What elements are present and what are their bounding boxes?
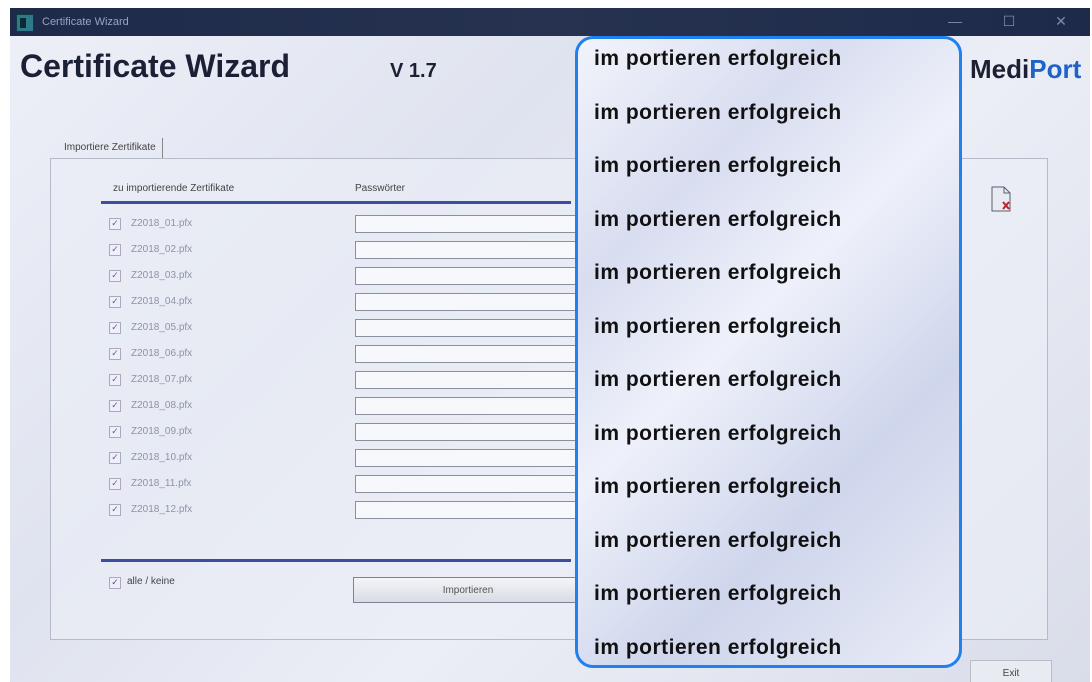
minimize-button[interactable]: — [940, 13, 970, 29]
certificate-checkbox[interactable]: ✓ [109, 296, 121, 308]
password-field[interactable] [355, 423, 595, 441]
certificate-row: ✓ Z2018_06.pfx [109, 345, 595, 365]
popup-message: im portieren erfolgreich [594, 314, 842, 338]
password-field[interactable] [355, 293, 595, 311]
certificate-checkbox[interactable]: ✓ [109, 478, 121, 490]
popup-message: im portieren erfolgreich [594, 582, 842, 605]
title-bar[interactable]: Certificate Wizard — ☐ ✕ [10, 8, 1090, 36]
exit-button[interactable]: Exit [970, 660, 1052, 682]
password-field[interactable] [355, 345, 595, 363]
certificate-filename: Z2018_11.pfx [131, 478, 192, 489]
certificate-filename: Z2018_05.pfx [131, 322, 193, 333]
certificate-row: ✓ Z2018_04.pfx [109, 293, 595, 313]
certificate-row: ✓ Z2018_10.pfx [109, 449, 595, 469]
success-popup: im portieren erfolgreich im portieren erf… [575, 36, 962, 668]
popup-message: im portieren erfolgreich [594, 100, 842, 124]
tab-import-certificates[interactable]: Importiere Zertifikate [58, 138, 163, 158]
certificate-filename: Z2018_06.pfx [131, 348, 193, 359]
certificate-filename: Z2018_02.pfx [131, 244, 193, 255]
import-button[interactable]: Importieren [353, 577, 583, 603]
password-field[interactable] [355, 397, 595, 415]
certificate-row: ✓ Z2018_11.pfx [109, 475, 595, 495]
certificate-row: ✓ Z2018_08.pfx [109, 397, 595, 417]
brand-logo-part2: Port [1029, 54, 1082, 84]
popup-message: im portieren erfolgreich [594, 47, 842, 70]
certificate-row: ✓ Z2018_03.pfx [109, 267, 595, 287]
close-button[interactable]: ✕ [1046, 13, 1076, 30]
certificate-filename: Z2018_04.pfx [131, 296, 193, 307]
select-all-checkbox[interactable]: ✓ [109, 577, 121, 589]
certificate-row: ✓ Z2018_12.pfx [109, 501, 595, 521]
maximize-button[interactable]: ☐ [994, 13, 1024, 30]
popup-message: im portieren erfolgreich [594, 261, 842, 284]
certificate-checkbox[interactable]: ✓ [109, 426, 121, 438]
document-delete-icon[interactable] [990, 186, 1012, 212]
column-header-passwords: Passwörter [355, 183, 406, 194]
password-field[interactable] [355, 319, 595, 337]
password-field[interactable] [355, 371, 595, 389]
password-field[interactable] [355, 475, 595, 493]
popup-message: im portieren erfolgreich [594, 475, 842, 498]
brand-logo: MediPort [970, 54, 1081, 85]
popup-message: im portieren erfolgreich [594, 207, 842, 231]
app-title: Certificate Wizard [20, 48, 290, 84]
certificate-row: ✓ Z2018_05.pfx [109, 319, 595, 339]
certificate-checkbox[interactable]: ✓ [109, 270, 121, 282]
password-field[interactable] [355, 501, 595, 519]
certificate-filename: Z2018_12.pfx [131, 504, 193, 515]
brand-logo-part1: Medi [970, 54, 1030, 84]
certificate-checkbox[interactable]: ✓ [109, 218, 121, 230]
certificate-row: ✓ Z2018_01.pfx [109, 215, 595, 235]
popup-message: im portieren erfolgreich [594, 154, 842, 177]
header-divider [101, 201, 571, 204]
popup-message: im portieren erfolgreich [594, 528, 842, 552]
certificate-filename: Z2018_07.pfx [131, 374, 193, 385]
app-icon [16, 14, 34, 32]
certificate-row: ✓ Z2018_09.pfx [109, 423, 595, 443]
certificate-filename: Z2018_10.pfx [131, 452, 193, 463]
column-header-files: zu importierende Zertifikate [113, 183, 235, 194]
password-field[interactable] [355, 267, 595, 285]
certificate-row: ✓ Z2018_02.pfx [109, 241, 595, 261]
certificate-filename: Z2018_08.pfx [131, 400, 193, 411]
popup-message: im portieren erfolgreich [594, 635, 842, 659]
popup-message: im portieren erfolgreich [594, 421, 842, 445]
window-title: Certificate Wizard [42, 16, 129, 28]
select-all-label: alle / keine [127, 576, 175, 587]
popup-message: im portieren erfolgreich [594, 368, 842, 391]
certificate-filename: Z2018_09.pfx [131, 426, 193, 437]
certificate-checkbox[interactable]: ✓ [109, 322, 121, 334]
certificate-checkbox[interactable]: ✓ [109, 374, 121, 386]
password-field[interactable] [355, 449, 595, 467]
certificate-filename: Z2018_03.pfx [131, 270, 193, 281]
certificate-filename: Z2018_01.pfx [131, 218, 193, 229]
certificate-checkbox[interactable]: ✓ [109, 348, 121, 360]
certificate-checkbox[interactable]: ✓ [109, 400, 121, 412]
certificate-checkbox[interactable]: ✓ [109, 452, 121, 464]
certificate-checkbox[interactable]: ✓ [109, 244, 121, 256]
certificate-row: ✓ Z2018_07.pfx [109, 371, 595, 391]
app-version: V 1.7 [390, 60, 437, 82]
footer-divider [101, 559, 571, 562]
password-field[interactable] [355, 215, 595, 233]
password-field[interactable] [355, 241, 595, 259]
certificate-checkbox[interactable]: ✓ [109, 504, 121, 516]
